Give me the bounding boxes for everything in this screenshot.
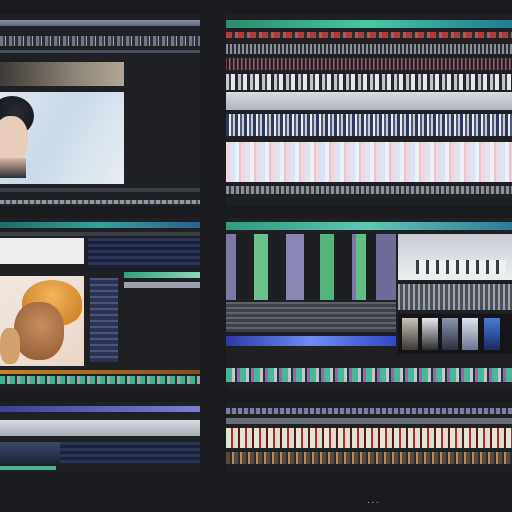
angle-thumb[interactable] bbox=[442, 318, 458, 350]
angle-thumb[interactable] bbox=[422, 318, 438, 350]
thumbnail[interactable] bbox=[0, 442, 60, 464]
toolbar[interactable] bbox=[226, 92, 512, 110]
window-title-bar[interactable] bbox=[0, 222, 200, 228]
settings-rows[interactable] bbox=[398, 284, 512, 310]
bin-list[interactable] bbox=[88, 238, 200, 268]
window-gutter bbox=[200, 0, 226, 512]
desktop-screen: ··· bbox=[0, 0, 512, 512]
marker-track[interactable] bbox=[226, 32, 512, 38]
footer-glyph: ··· bbox=[366, 499, 380, 507]
selected-clip-bar[interactable] bbox=[226, 336, 396, 346]
scrubber-track[interactable] bbox=[0, 188, 200, 192]
menu-bar[interactable] bbox=[0, 232, 200, 236]
preview-window[interactable] bbox=[0, 14, 200, 206]
window-title-bar[interactable] bbox=[0, 406, 200, 412]
portrait-neck bbox=[0, 158, 26, 178]
file-list[interactable] bbox=[90, 278, 118, 362]
status-bar bbox=[0, 376, 200, 384]
keyboard-track[interactable] bbox=[226, 114, 512, 136]
track-list-window[interactable] bbox=[0, 402, 200, 472]
angle-thumb[interactable] bbox=[462, 318, 478, 350]
film-strip[interactable] bbox=[226, 452, 512, 464]
portrait-hand bbox=[0, 328, 20, 364]
inspector-row[interactable] bbox=[124, 282, 200, 288]
titles-window[interactable] bbox=[226, 402, 512, 472]
media-thumbnail[interactable] bbox=[0, 276, 84, 366]
angle-thumb[interactable] bbox=[484, 318, 500, 350]
portrait-face bbox=[14, 302, 64, 360]
window-title-bar[interactable] bbox=[226, 222, 512, 230]
toolbar-divider bbox=[0, 50, 200, 53]
viewer-blank bbox=[0, 238, 84, 264]
waveform-track[interactable] bbox=[226, 142, 512, 182]
parameter-rows[interactable] bbox=[226, 302, 396, 332]
menu-bar[interactable] bbox=[226, 418, 512, 424]
clip-thumbnails-track[interactable] bbox=[226, 74, 512, 90]
color-bars-viewer[interactable] bbox=[226, 234, 396, 300]
window-title-bar[interactable] bbox=[226, 20, 512, 28]
status-indicator bbox=[0, 466, 56, 470]
track-rows[interactable] bbox=[60, 442, 200, 464]
toolbar[interactable] bbox=[0, 420, 200, 436]
multicam-window[interactable] bbox=[226, 218, 512, 388]
timeline-window[interactable] bbox=[226, 14, 512, 206]
timeline-track[interactable] bbox=[226, 368, 512, 382]
level-meter bbox=[124, 272, 200, 278]
preview-image[interactable] bbox=[0, 92, 124, 184]
timecode-ruler[interactable] bbox=[226, 44, 512, 54]
window-title-bar[interactable] bbox=[226, 408, 512, 414]
angle-thumbnails[interactable] bbox=[398, 314, 512, 354]
portrait-face bbox=[0, 116, 28, 162]
clip-header bbox=[0, 62, 124, 86]
title-text-strip[interactable] bbox=[226, 428, 512, 448]
progress-bar bbox=[0, 370, 200, 374]
effects-icons[interactable] bbox=[416, 260, 506, 274]
timeline-scrollbar[interactable] bbox=[226, 186, 512, 194]
transport-controls[interactable] bbox=[0, 200, 200, 204]
angle-thumb[interactable] bbox=[402, 318, 418, 350]
audio-track[interactable] bbox=[226, 58, 512, 70]
menu-bar[interactable] bbox=[0, 36, 200, 46]
window-title-bar[interactable] bbox=[0, 20, 200, 26]
media-browser-window[interactable] bbox=[0, 218, 200, 388]
